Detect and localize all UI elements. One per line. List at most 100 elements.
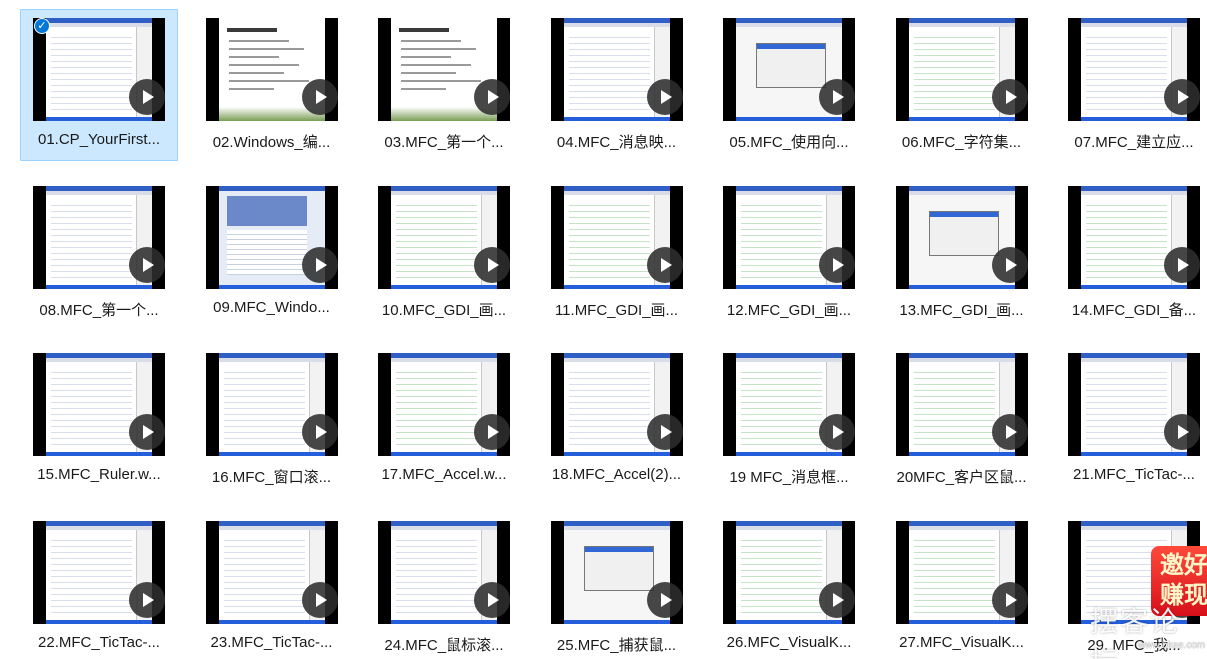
file-name-label: 19 MFC_消息框... [729, 469, 849, 486]
video-file-tile[interactable]: 23.MFC_TicTac-... [193, 512, 351, 659]
watermark-url: www.bkee.com [1138, 640, 1206, 651]
file-name-label: 21.MFC_TicTac-... [1073, 466, 1195, 483]
play-icon[interactable] [129, 414, 165, 450]
file-name-label: 08.MFC_第一个... [39, 301, 159, 319]
video-thumbnail [1068, 18, 1200, 121]
file-name-label: 05.MFC_使用向... [729, 134, 849, 151]
video-file-tile[interactable]: 20MFC_客户区鼠... [883, 344, 1041, 496]
video-thumbnail [33, 520, 165, 624]
video-thumbnail [205, 185, 338, 289]
play-icon[interactable] [474, 581, 510, 618]
video-thumbnail [723, 353, 855, 456]
video-file-tile[interactable]: 24.MFC_鼠标滚... [365, 512, 523, 659]
file-name-label: 18.MFC_Accel(2)... [551, 466, 682, 483]
file-name-label: 01.CP_YourFirst... [38, 131, 160, 148]
play-icon[interactable] [301, 246, 338, 283]
video-file-tile[interactable]: 03.MFC_第一个... [365, 9, 523, 161]
play-icon[interactable] [301, 414, 338, 450]
play-icon[interactable] [991, 581, 1028, 618]
video-thumbnail [895, 353, 1028, 456]
video-file-tile[interactable]: 22.MFC_TicTac-... [20, 512, 178, 659]
video-file-tile[interactable]: 16.MFC_窗口滚... [193, 344, 351, 496]
video-thumbnail [723, 18, 855, 121]
play-icon[interactable] [301, 581, 338, 618]
video-file-tile[interactable]: 10.MFC_GDI_画... [365, 177, 523, 329]
play-icon[interactable] [819, 414, 855, 450]
video-file-tile[interactable]: 12.MFC_GDI_画... [710, 177, 868, 329]
video-thumbnail [550, 18, 683, 121]
video-file-tile[interactable]: 27.MFC_VisualK... [883, 512, 1041, 659]
file-name-label: 24.MFC_鼠标滚... [384, 636, 504, 654]
video-thumbnail [895, 18, 1028, 121]
video-file-tile[interactable]: 25.MFC_捕获鼠... [538, 512, 696, 659]
play-icon[interactable] [1164, 79, 1200, 115]
file-name-label: 03.MFC_第一个... [384, 134, 504, 151]
video-thumbnail [723, 520, 855, 624]
file-name-label: 16.MFC_窗口滚... [211, 469, 332, 486]
file-name-label: 04.MFC_消息映... [556, 134, 677, 151]
video-thumbnail [550, 353, 683, 456]
play-icon[interactable] [646, 246, 683, 283]
video-file-tile[interactable]: 19 MFC_消息框... [710, 344, 868, 496]
file-name-label: 14.MFC_GDI_备... [1071, 301, 1197, 319]
file-name-label: 07.MFC_建立应... [1074, 134, 1194, 151]
play-icon[interactable] [129, 581, 165, 618]
play-icon[interactable] [1164, 414, 1200, 450]
file-name-label: 17.MFC_Accel.w... [381, 466, 507, 483]
file-name-label: 09.MFC_Windo... [213, 298, 330, 316]
video-file-tile[interactable]: 15.MFC_Ruler.w... [20, 344, 178, 496]
video-thumbnail [895, 185, 1028, 289]
video-thumbnail [378, 185, 510, 289]
video-thumbnail [550, 520, 683, 624]
play-icon[interactable] [129, 79, 165, 115]
play-icon[interactable] [819, 581, 855, 618]
play-icon[interactable] [646, 79, 683, 115]
checkmark-icon[interactable]: ✓ [34, 18, 50, 34]
video-thumbnail [550, 185, 683, 289]
video-thumbnail [1068, 353, 1200, 456]
video-thumbnail [723, 185, 855, 289]
video-file-tile[interactable]: 13.MFC_GDI_画... [883, 177, 1041, 329]
play-icon[interactable] [474, 246, 510, 283]
play-icon[interactable] [1164, 246, 1200, 283]
file-name-label: 25.MFC_捕获鼠... [556, 636, 677, 654]
video-thumbnail [33, 18, 165, 121]
play-icon[interactable] [646, 414, 683, 450]
video-file-tile[interactable]: 04.MFC_消息映... [538, 9, 696, 161]
video-file-tile[interactable]: ✓ 01.CP_YourFirst... [20, 9, 178, 161]
video-file-tile[interactable]: 26.MFC_VisualK... [710, 512, 868, 659]
file-name-label: 27.MFC_VisualK... [899, 633, 1024, 651]
video-file-tile[interactable]: 05.MFC_使用向... [710, 9, 868, 161]
file-name-label: 22.MFC_TicTac-... [38, 633, 160, 651]
video-thumbnail [205, 18, 338, 121]
play-icon[interactable] [991, 79, 1028, 115]
play-icon[interactable] [991, 246, 1028, 283]
play-icon[interactable] [129, 246, 165, 283]
video-file-tile[interactable]: 02.Windows_编... [193, 9, 351, 161]
video-thumbnail [378, 18, 510, 121]
video-thumbnail [1068, 185, 1200, 289]
file-name-label: 02.Windows_编... [212, 134, 331, 151]
file-name-label: 23.MFC_TicTac-... [210, 633, 333, 651]
video-file-tile[interactable]: 06.MFC_字符集... [883, 9, 1041, 161]
video-file-tile[interactable]: 08.MFC_第一个... [20, 177, 178, 329]
file-name-label: 06.MFC_字符集... [901, 134, 1022, 151]
play-icon[interactable] [301, 79, 338, 115]
play-icon[interactable] [991, 414, 1028, 450]
video-file-tile[interactable]: 21.MFC_TicTac-... [1055, 344, 1207, 496]
video-thumbnail [378, 520, 510, 624]
video-file-tile[interactable]: 18.MFC_Accel(2)... [538, 344, 696, 496]
play-icon[interactable] [646, 581, 683, 618]
play-icon[interactable] [819, 246, 855, 283]
video-file-tile[interactable]: 17.MFC_Accel.w... [365, 344, 523, 496]
play-icon[interactable] [474, 79, 510, 115]
video-file-tile[interactable]: 09.MFC_Windo... [193, 177, 351, 329]
file-name-label: 11.MFC_GDI_画... [554, 301, 679, 319]
file-name-label: 26.MFC_VisualK... [726, 633, 852, 651]
play-icon[interactable] [819, 79, 855, 115]
video-file-tile[interactable]: 14.MFC_GDI_备... [1055, 177, 1207, 329]
play-icon[interactable] [474, 414, 510, 450]
video-file-tile[interactable]: 07.MFC_建立应... [1055, 9, 1207, 161]
video-thumbnail [895, 520, 1028, 624]
video-file-tile[interactable]: 11.MFC_GDI_画... [538, 177, 696, 329]
